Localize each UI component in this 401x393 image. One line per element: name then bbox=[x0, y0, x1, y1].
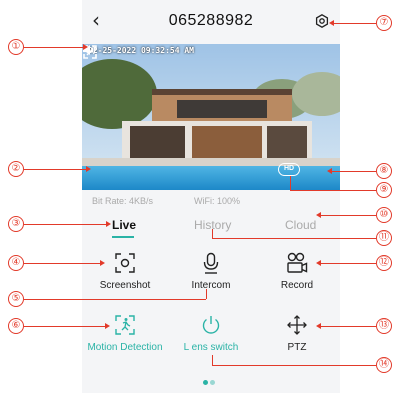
page-dot bbox=[210, 380, 215, 385]
ptz-label: PTZ bbox=[287, 342, 307, 353]
callout-4-leader bbox=[24, 263, 102, 264]
callout-7-arrow bbox=[329, 20, 334, 26]
callout-9: ⑨ bbox=[376, 182, 392, 198]
callout-10-leader bbox=[320, 215, 376, 216]
power-icon bbox=[202, 316, 220, 334]
tab-cloud[interactable]: Cloud bbox=[285, 218, 316, 232]
callout-14-leader bbox=[212, 365, 376, 366]
callout-11-leader bbox=[212, 238, 376, 239]
callout-2: ② bbox=[8, 161, 24, 177]
video-frame bbox=[82, 44, 340, 190]
tab-live[interactable]: Live bbox=[112, 218, 136, 232]
callout-6: ⑥ bbox=[8, 318, 24, 334]
page-dot-active bbox=[203, 380, 208, 385]
callout-5-leader bbox=[24, 299, 206, 300]
callout-11: ⑪ bbox=[376, 230, 392, 246]
stream-stats: Bit Rate: 4KB/s WiFi: 100% bbox=[82, 190, 340, 212]
motion-detection-label: Motion Detection bbox=[87, 342, 163, 353]
callout-13-arrow bbox=[316, 323, 321, 329]
callout-4-arrow bbox=[100, 260, 105, 266]
page-indicator bbox=[203, 380, 223, 386]
callout-10-arrow bbox=[316, 212, 321, 218]
motion-detection-button[interactable]: Motion Detection bbox=[82, 314, 168, 353]
callout-3: ③ bbox=[8, 216, 24, 232]
callout-2-leader bbox=[24, 169, 87, 170]
callout-9-leader-v bbox=[290, 176, 291, 190]
callout-2-arrow bbox=[86, 166, 91, 172]
record-icon bbox=[287, 252, 308, 273]
motion-detection-icon bbox=[115, 315, 135, 335]
callout-13: ⑬ bbox=[376, 318, 392, 334]
ptz-button[interactable]: PTZ bbox=[254, 314, 340, 353]
callout-9-leader bbox=[290, 190, 376, 191]
intercom-label: Intercom bbox=[191, 280, 231, 291]
callout-10: ⑩ bbox=[376, 207, 392, 223]
lens-switch-button[interactable]: L ens switch bbox=[168, 314, 254, 353]
callout-3-arrow bbox=[106, 221, 111, 227]
bit-rate-text: Bit Rate: 4KB/s bbox=[92, 196, 154, 206]
screenshot-button[interactable]: Screenshot bbox=[82, 252, 168, 291]
lens-switch-label: L ens switch bbox=[183, 342, 239, 353]
wifi-text: WiFi: 100% bbox=[194, 196, 241, 206]
callout-5-leader-v bbox=[206, 289, 207, 299]
callout-8-arrow bbox=[327, 168, 332, 174]
top-bar: ‹ 065288982 bbox=[82, 0, 340, 44]
live-video-view[interactable]: 02-25-2022 09:32:54 AM HD bbox=[82, 44, 340, 190]
hd-toggle-button[interactable]: HD bbox=[278, 163, 300, 176]
screenshot-label: Screenshot bbox=[99, 280, 151, 291]
callout-7: ⑦ bbox=[376, 15, 392, 31]
callout-11-leader-v bbox=[212, 229, 213, 238]
callout-12: ⑫ bbox=[376, 255, 392, 271]
callout-6-leader bbox=[24, 326, 107, 327]
device-title: 065288982 bbox=[168, 12, 254, 29]
video-timestamp: 02-25-2022 09:32:54 AM bbox=[88, 46, 194, 55]
active-tab-indicator bbox=[112, 236, 134, 238]
record-label: Record bbox=[280, 280, 314, 291]
settings-icon[interactable] bbox=[315, 14, 329, 28]
callout-8-leader bbox=[331, 171, 376, 172]
callout-6-arrow bbox=[105, 323, 110, 329]
callout-1-arrow bbox=[83, 44, 88, 50]
callout-12-arrow bbox=[316, 260, 321, 266]
callout-4: ④ bbox=[8, 255, 24, 271]
screenshot-icon bbox=[115, 253, 135, 273]
record-button[interactable]: Record bbox=[254, 252, 340, 291]
callout-14-leader-v bbox=[212, 355, 213, 365]
microphone-icon bbox=[203, 252, 219, 274]
callout-8: ⑧ bbox=[376, 163, 392, 179]
callout-14: ⑭ bbox=[376, 357, 392, 373]
callout-1: ① bbox=[8, 39, 24, 55]
callout-7-leader bbox=[333, 23, 376, 24]
callout-1-leader bbox=[24, 47, 84, 48]
callout-13-leader bbox=[320, 326, 376, 327]
ptz-arrows-icon bbox=[287, 315, 307, 335]
callout-3-leader bbox=[24, 224, 108, 225]
intercom-button[interactable]: Intercom bbox=[168, 252, 254, 291]
callout-12-leader bbox=[320, 263, 376, 264]
callout-5: ⑤ bbox=[8, 291, 24, 307]
